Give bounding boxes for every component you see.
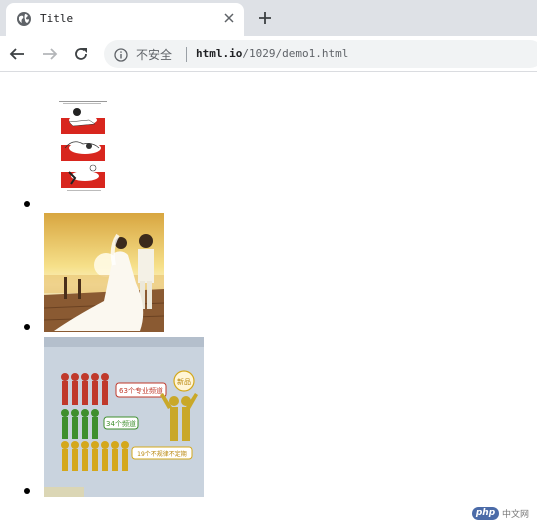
- infographic-label-2: 34个频道: [106, 419, 136, 428]
- back-arrow-icon[interactable]: [7, 44, 27, 64]
- infographic-badge: 新品: [177, 377, 191, 386]
- url-host: html.io: [196, 47, 243, 60]
- reload-icon[interactable]: [71, 44, 91, 64]
- forward-arrow-icon[interactable]: [40, 44, 60, 64]
- watermark-text: 中文网: [502, 509, 530, 520]
- infographic-label-3: 19个不规律不定期: [137, 450, 187, 458]
- security-label: 不安全: [136, 48, 173, 62]
- url-path: /1029/demo1.html: [242, 47, 349, 60]
- url-text: html.io/1029/demo1.html: [196, 47, 348, 60]
- infographic-figures: 63个专业频道 34个频道 19个不规律不定期 新品: [44, 337, 204, 497]
- page-content: 63个专业频道 34个频道 19个不规律不定期 新品: [0, 73, 537, 523]
- address-bar[interactable]: 不安全 html.io/1029/demo1.html: [104, 40, 537, 68]
- browser-toolbar: 不安全 html.io/1029/demo1.html: [0, 36, 537, 72]
- php-logo: php: [472, 506, 499, 520]
- infographic-label-1: 63个专业频道: [119, 386, 163, 395]
- address-divider: [186, 47, 187, 62]
- php-watermark: php 中文网: [472, 505, 529, 521]
- wedding-photo-image: [44, 213, 164, 332]
- tab-title: Title: [40, 12, 74, 25]
- close-icon[interactable]: [220, 9, 238, 27]
- tab-strip: Title: [0, 0, 537, 36]
- list-bullet: [24, 201, 30, 207]
- browser-tab[interactable]: Title: [6, 3, 244, 36]
- list-bullet: [24, 488, 30, 494]
- infographic-image: 63个专业频道 34个频道 19个不规律不定期 新品: [44, 337, 204, 497]
- list-bullet: [24, 324, 30, 330]
- info-icon[interactable]: [114, 47, 128, 62]
- globe-icon: [16, 11, 32, 27]
- cartoon-strip-image: [59, 98, 109, 193]
- new-tab-icon[interactable]: [256, 9, 274, 27]
